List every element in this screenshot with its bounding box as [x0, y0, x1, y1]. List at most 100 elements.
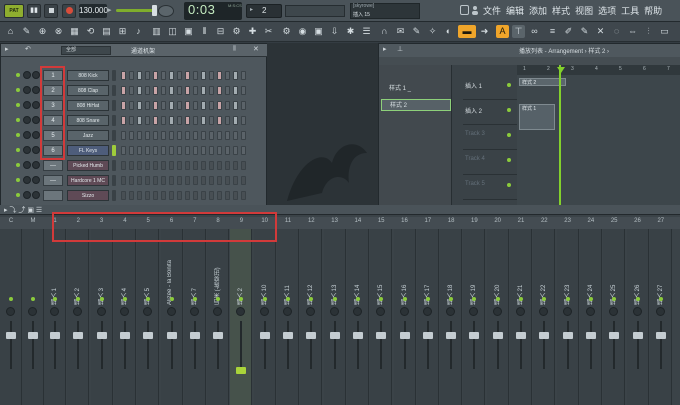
step-button[interactable]	[161, 71, 166, 80]
step-button[interactable]	[121, 116, 126, 125]
mixer-insert-strip[interactable]: 插入 11	[277, 229, 299, 405]
mixer-strip-led[interactable]	[519, 297, 523, 301]
step-button[interactable]	[169, 131, 174, 140]
step-button[interactable]	[161, 86, 166, 95]
mixer-pan-knob[interactable]	[632, 307, 642, 316]
channel-name-button[interactable]: 808 Kick	[67, 70, 109, 81]
track-header[interactable]: Track 3	[463, 125, 517, 150]
step-button[interactable]	[145, 86, 150, 95]
step-button[interactable]	[233, 146, 238, 155]
step-button[interactable]	[145, 131, 150, 140]
step-button[interactable]	[161, 176, 166, 185]
channel-volume-knob[interactable]	[32, 131, 40, 139]
mixer-pan-knob[interactable]	[446, 307, 456, 316]
track-header[interactable]: 插入 2	[463, 100, 517, 125]
master-pitch-knob[interactable]	[158, 5, 174, 17]
step-button[interactable]	[169, 176, 174, 185]
mixer-volume-fader[interactable]	[562, 332, 573, 339]
lock-icon[interactable]	[460, 5, 469, 15]
mixer-volume-fader[interactable]	[352, 332, 363, 339]
timeline-ruler[interactable]: 1 2 3 4 5 6 7	[517, 65, 680, 75]
mixer-strip-led[interactable]	[99, 297, 104, 301]
step-button[interactable]	[217, 116, 222, 125]
cpu-icon[interactable]: ♪	[132, 25, 145, 38]
mixer-insert-strip[interactable]: 插入 20	[486, 229, 509, 405]
step-button[interactable]	[161, 161, 166, 170]
step-button[interactable]	[161, 116, 166, 125]
arrangement-grid[interactable]	[517, 65, 680, 209]
plugin-icon[interactable]: ⚙	[230, 25, 243, 38]
mixer-pan-knob[interactable]	[6, 307, 15, 316]
channel-row[interactable]: — Hardcore 1 MC	[1, 173, 268, 188]
step-button[interactable]	[201, 131, 206, 140]
track-led[interactable]	[507, 183, 511, 187]
step-button[interactable]	[121, 86, 126, 95]
slip-icon[interactable]: ⇔	[626, 25, 639, 38]
wait-icon[interactable]: ⊕	[36, 25, 49, 38]
menu-patterns[interactable]: 样式	[551, 4, 571, 18]
step-button[interactable]	[201, 86, 206, 95]
mixer-strip-led[interactable]	[565, 297, 570, 301]
mixer-insert-strip[interactable]: 插入 24	[579, 229, 602, 405]
mixer-volume-fader[interactable]	[492, 332, 503, 339]
step-button[interactable]	[225, 71, 230, 80]
mixer-pan-knob[interactable]	[166, 307, 176, 316]
step-button[interactable]	[233, 161, 238, 170]
mixer-insert-strip[interactable]: 插入 2	[230, 229, 253, 405]
mixer-insert-strip[interactable]: 插入 16	[393, 229, 416, 405]
channel-mixer-track[interactable]	[43, 190, 63, 201]
draw-icon[interactable]: ✐	[562, 25, 575, 38]
step-button[interactable]	[177, 131, 182, 140]
mixer-pan-knob[interactable]	[73, 307, 83, 316]
channel-select[interactable]	[112, 160, 116, 171]
channel-rack-icon[interactable]: ▣	[182, 25, 195, 38]
channel-pan-knob[interactable]	[23, 176, 31, 184]
step-button[interactable]	[145, 161, 150, 170]
step-button[interactable]	[209, 176, 214, 185]
step-button[interactable]	[241, 131, 246, 140]
mixer-volume-fader[interactable]	[236, 367, 247, 374]
mixer-volume-fader[interactable]	[329, 332, 340, 339]
step-button[interactable]	[201, 191, 206, 200]
step-button[interactable]	[201, 101, 206, 110]
mixer-volume-fader[interactable]	[399, 332, 410, 339]
channel-mute-led[interactable]	[16, 118, 20, 122]
step-button[interactable]	[169, 161, 174, 170]
step-button[interactable]	[177, 86, 182, 95]
channel-name-button[interactable]: FL Keys	[67, 145, 109, 156]
step-button[interactable]	[145, 176, 150, 185]
browser-icon[interactable]: ⊟	[214, 25, 227, 38]
playlist-icon[interactable]: ▥	[150, 25, 163, 38]
speaker-icon[interactable]: ◉	[296, 25, 309, 38]
rack-menu-icon[interactable]: ▸	[5, 45, 9, 53]
step-button[interactable]	[209, 116, 214, 125]
gear-icon[interactable]: ⚙	[280, 25, 293, 38]
mixer-strip-led[interactable]	[635, 297, 640, 301]
mixer-volume-fader[interactable]	[166, 332, 177, 339]
mixer-pan-knob[interactable]	[399, 307, 409, 316]
mixer-insert-strip[interactable]: Alizée - la Bonita	[160, 229, 183, 405]
channel-select[interactable]	[112, 100, 116, 111]
mixer-icon[interactable]: ⫴	[198, 25, 211, 38]
mixer-insert-strip[interactable]: 插入 10	[253, 229, 276, 405]
channel-volume-knob[interactable]	[32, 116, 40, 124]
track-led[interactable]	[507, 133, 511, 137]
step-button[interactable]	[201, 146, 206, 155]
step-button[interactable]	[209, 161, 214, 170]
step-button[interactable]	[169, 191, 174, 200]
mixer-volume-fader[interactable]	[213, 332, 224, 339]
mixer-strip-led[interactable]	[122, 297, 127, 301]
mixer-pan-knob[interactable]	[329, 307, 339, 316]
mixer-insert-strip[interactable]: 插入 18	[440, 229, 463, 405]
step-button[interactable]	[153, 131, 158, 140]
step-button[interactable]	[137, 131, 142, 140]
mixer-volume-fader[interactable]	[516, 332, 526, 339]
mixer-pan-knob[interactable]	[50, 307, 59, 316]
mute-icon[interactable]: ◐	[442, 25, 455, 38]
step-button[interactable]	[153, 86, 158, 95]
metronome-icon[interactable]: ✎	[20, 25, 33, 38]
step-button[interactable]	[177, 146, 182, 155]
mixer-insert-strip[interactable]: 插入 2	[67, 229, 90, 405]
step-button[interactable]	[121, 161, 126, 170]
step-button[interactable]	[209, 191, 214, 200]
